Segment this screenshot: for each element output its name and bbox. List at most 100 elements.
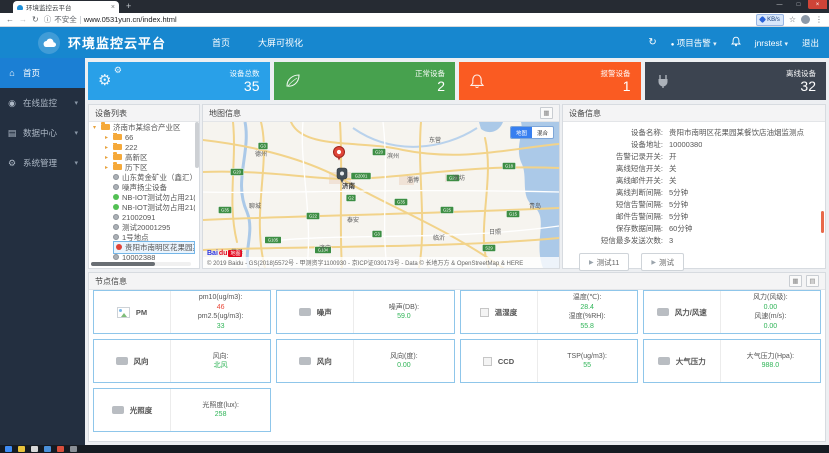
extension-icon [759, 15, 767, 24]
sensor-card-left: 风向 [94, 340, 171, 382]
sensor-metrics: 光照度(lux): 258 [171, 389, 270, 431]
list-view-icon[interactable]: ▤ [806, 275, 819, 287]
tree-item[interactable]: ▸ 66 [89, 132, 195, 142]
project-alarm-dropdown[interactable]: ● 项目告警 ▾ [671, 37, 717, 49]
sidebar-item-data-center[interactable]: ▤ 数据中心 ▾ [0, 118, 85, 148]
map-expand-icon[interactable]: ▦ [540, 107, 553, 119]
logout-button[interactable]: 退出 [802, 37, 819, 49]
svg-text:G35: G35 [221, 208, 230, 213]
tree-item-body[interactable]: 66 [113, 132, 133, 142]
metric-label: 风速(m/s): [754, 313, 787, 320]
stat-alarm-devices: 报警设备 1 [459, 62, 641, 100]
browser-profile-avatar[interactable] [801, 15, 810, 24]
sensor-card[interactable]: CCD TSP(ug/m3): 55 [459, 339, 638, 383]
caret-right-icon[interactable]: ▸ [105, 134, 110, 141]
tree-item[interactable]: 贵阳市南明区花果园某 [89, 240, 195, 254]
browser-address-bar: ← → ↻ ⓘ 不安全 www.0531yun.cn/index.html KB… [0, 13, 829, 27]
window-minimize-button[interactable]: — [770, 0, 789, 9]
test-button[interactable]: ▶ 测试 [641, 253, 685, 271]
city-label: 泰安 [347, 216, 359, 224]
refresh-icon[interactable]: ↻ [648, 37, 656, 48]
map-canvas[interactable]: G3 G20 G35 G105 G20 G2 G22 G3 G2001 G35 G25 G20 G18 G… [203, 122, 559, 268]
tree-item[interactable]: NB-IOT测试勿占用21( [89, 202, 195, 212]
metric-label: 风向(度): [390, 352, 418, 360]
reload-icon[interactable]: ↻ [32, 15, 39, 25]
sensor-card[interactable]: 噪声 噪声(DB): 59.0 [276, 290, 455, 334]
sensor-card[interactable]: 大气压力 大气压力(Hpa): 988.0 [642, 339, 821, 383]
tree-item[interactable]: ▾ 济南市某综合产业区 [89, 122, 195, 132]
orange-scrollbar-thumb[interactable] [821, 211, 824, 233]
sensor-metrics: 风力(风级): 0.00 风速(m/s): 0.00 [721, 291, 820, 333]
tree-item[interactable]: 21002091 [89, 212, 195, 222]
stat-offline-devices: 离线设备 32 [644, 62, 826, 100]
grid-view-icon[interactable]: ▦ [789, 275, 802, 287]
app-icon[interactable] [31, 446, 38, 452]
caret-right-icon[interactable]: ▸ [105, 154, 110, 161]
road-badge: G35 [394, 198, 408, 206]
sidebar-item-system-management[interactable]: ⚙ 系统管理 ▾ [0, 148, 85, 178]
url-field[interactable]: ⓘ 不安全 www.0531yun.cn/index.html [44, 14, 751, 25]
tree-item[interactable]: 测试20001295 [89, 222, 195, 232]
extension-speed-badge[interactable]: KB/s [756, 13, 784, 26]
back-icon[interactable]: ← [6, 15, 14, 25]
caret-right-icon[interactable]: ▸ [105, 144, 110, 151]
sensor-card[interactable]: 风向 风向(度): 0.00 [276, 339, 455, 383]
city-label: 济南 [342, 181, 356, 190]
city-label: 德州 [255, 150, 267, 158]
browser-tab[interactable]: 环境监控云平台 × [13, 1, 119, 13]
sidebar-item-home[interactable]: ⌂ 首页 [0, 58, 85, 88]
tree-item-body[interactable]: 222 [113, 142, 138, 152]
tree-item[interactable]: ▸ 高新区 [89, 152, 195, 162]
main-content: ⚙ ⚙ 设备总数 35 正常设备 2 报警设备 1 离线设备 32 设备列表 ▾ 济… [85, 58, 829, 445]
tree-item[interactable]: 噪声扬尘设备 [89, 182, 195, 192]
vertical-scrollbar[interactable] [195, 122, 199, 168]
bell-icon[interactable] [730, 36, 741, 49]
map-type-map-button[interactable]: 地图 [510, 127, 532, 138]
stat-label: 设备总数 [229, 69, 260, 78]
tree-item-body[interactable]: 济南市某综合产业区 [101, 122, 181, 133]
monitor-icon: ◉ [8, 97, 16, 108]
browser-menu-icon[interactable]: ⋮ [815, 15, 823, 25]
nav-home[interactable]: 首页 [212, 36, 230, 49]
start-button[interactable] [5, 446, 12, 452]
sensor-card[interactable]: PM pm10(ug/m3): 46 pm2.5(ug/m3): 33 [93, 290, 272, 334]
metric-label: 风向: [212, 352, 229, 360]
bookmark-star-icon[interactable]: ☆ [789, 15, 796, 25]
folder-icon[interactable] [18, 446, 25, 452]
city-label: 日照 [489, 229, 501, 236]
nav-bigscreen[interactable]: 大屏可视化 [258, 36, 303, 49]
forward-icon[interactable]: → [19, 15, 27, 25]
window-maximize-button[interactable]: □ [789, 0, 808, 9]
new-tab-button[interactable]: + [126, 1, 131, 12]
device-status-dot [113, 214, 119, 220]
info-field-row: 邮件告警间隔: 5分钟 [563, 211, 819, 223]
map-type-hybrid-button[interactable]: 混合 [531, 127, 553, 138]
window-close-button[interactable]: × [808, 0, 827, 9]
sensor-card[interactable]: 光照度 光照度(lux): 258 [93, 388, 272, 432]
user-dropdown[interactable]: jnrstest ▾ [755, 38, 788, 48]
app-icon[interactable] [44, 446, 51, 452]
tree-item-body[interactable]: 21002091 [113, 213, 155, 222]
caret-right-icon[interactable]: ▸ [105, 164, 110, 171]
test11-button[interactable]: ▶ 测试11 [579, 253, 630, 271]
sensor-card[interactable]: 风力/风速 风力(风级): 0.00 风速(m/s): 0.00 [642, 290, 821, 334]
tree-item[interactable]: NB-IOT测试勿占用21( [89, 192, 195, 202]
tree-item[interactable]: 山东黄金矿业（鑫汇） [89, 172, 195, 182]
field-value: 开 [669, 152, 677, 161]
info-icon[interactable]: ⓘ [44, 14, 52, 25]
app-icon[interactable] [57, 446, 64, 452]
tree-item-body[interactable]: 10002388 [113, 253, 155, 261]
app-icon[interactable] [70, 446, 77, 452]
sensor-card[interactable]: 温湿度 温度(℃): 28.4 湿度(%RH): 55.8 [459, 290, 638, 334]
tab-close-icon[interactable]: × [111, 4, 115, 11]
tree-item-body[interactable]: NB-IOT测试勿占用21( [113, 202, 195, 213]
tree-item[interactable]: ▸ 历下区 [89, 162, 195, 172]
sensor-card[interactable]: 风向 风向: 北风 [93, 339, 272, 383]
tree-item[interactable]: ▸ 222 [89, 142, 195, 152]
caret-down-icon[interactable]: ▾ [93, 124, 98, 131]
metric-label: 光照度(lux): [202, 401, 239, 409]
field-value: 5分钟 [669, 212, 689, 221]
horizontal-scrollbar[interactable] [91, 262, 191, 266]
sidebar-item-online-monitoring[interactable]: ◉ 在线监控 ▾ [0, 88, 85, 118]
stat-label: 离线设备 [786, 69, 816, 78]
